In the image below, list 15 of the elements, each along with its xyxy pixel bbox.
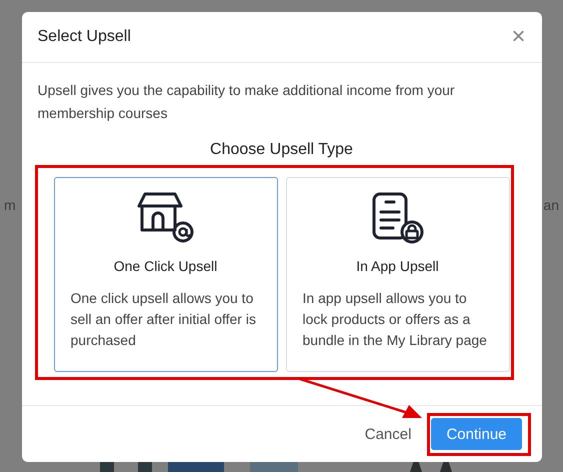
close-button[interactable]: × [511,25,526,49]
option-title: One Click Upsell [114,258,218,274]
document-lock-icon [370,192,424,244]
section-title: Choose Upsell Type [209,141,354,159]
store-icon [136,192,194,244]
option-description: In app upsell allows you to lock products or offers as a bundle in the My Library page [302,289,488,350]
option-card[interactable]: One Click Upsell One click upsell allows you to sell an offer after initial offer is purchased [54,177,278,372]
option-description: One click upsell allows you to sell an offer after initial offer is purchased [70,289,257,350]
cancel-button[interactable]: Cancel [360,418,416,450]
background-text: m [4,197,16,213]
background-text: an [543,197,559,213]
option-card[interactable]: In App Upsell In app upsell allows you to lock products or offers as a bundle in the My Library page [286,177,510,372]
dialog-title: Select Upsell [38,28,131,46]
option-title: In App Upsell [356,258,439,274]
description: Upsell gives you the capability to make additional income from your membership courses [38,81,456,123]
